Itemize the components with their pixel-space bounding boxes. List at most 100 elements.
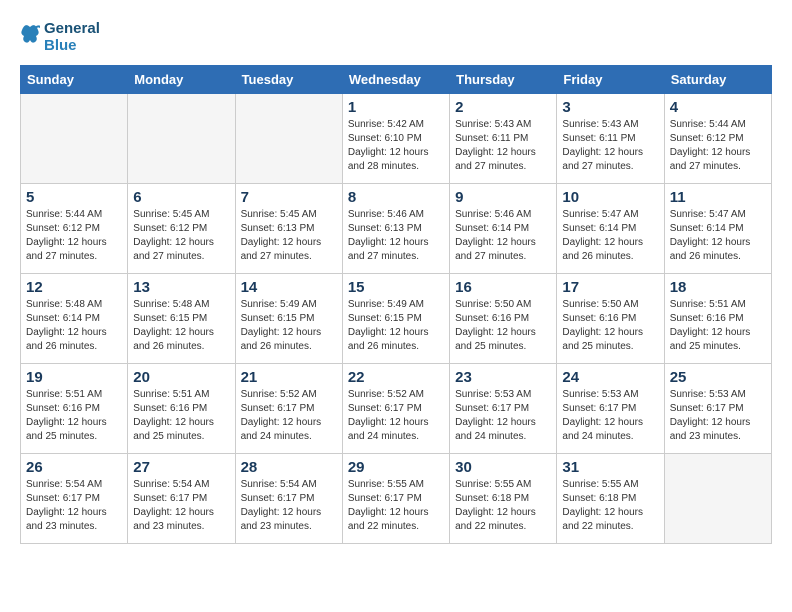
day-info: Sunrise: 5:55 AMSunset: 6:17 PMDaylight:… (348, 478, 444, 534)
day-number: 13 (133, 279, 229, 296)
day-number: 10 (562, 189, 658, 206)
day-info: Sunrise: 5:47 AMSunset: 6:14 PMDaylight:… (670, 208, 766, 264)
day-info: Sunrise: 5:42 AMSunset: 6:10 PMDaylight:… (348, 118, 444, 174)
logo: General Blue (20, 20, 100, 55)
calendar-cell: 14 Sunrise: 5:49 AMSunset: 6:15 PMDayligh… (235, 273, 342, 363)
day-number: 8 (348, 189, 444, 206)
day-info: Sunrise: 5:46 AMSunset: 6:14 PMDaylight:… (455, 208, 551, 264)
day-header: Tuesday (235, 65, 342, 93)
header-row: SundayMondayTuesdayWednesdayThursdayFrid… (21, 65, 772, 93)
day-number: 16 (455, 279, 551, 296)
day-info: Sunrise: 5:49 AMSunset: 6:15 PMDaylight:… (241, 298, 337, 354)
day-info: Sunrise: 5:53 AMSunset: 6:17 PMDaylight:… (670, 388, 766, 444)
day-number: 4 (670, 99, 766, 116)
day-number: 18 (670, 279, 766, 296)
calendar-cell: 15Sunrise: 5:49 AMSunset: 6:15 PMDayligh… (342, 273, 449, 363)
logo-container: General Blue (20, 20, 100, 55)
day-number: 20 (133, 369, 229, 386)
day-number: 1 (348, 99, 444, 116)
calendar-cell: 28Sunrise: 5:54 AMSunset: 6:17 PMDayligh… (235, 453, 342, 543)
day-header: Wednesday (342, 65, 449, 93)
calendar-cell: 20 Sunrise: 5:51 AMSunset: 6:16 PMDayligh… (128, 363, 235, 453)
week-row: 12 Sunrise: 5:48 AMSunset: 6:14 PMDayligh… (21, 273, 772, 363)
calendar-cell: 6Sunrise: 5:45 AMSunset: 6:12 PMDaylight… (128, 183, 235, 273)
day-number: 7 (241, 189, 337, 206)
day-info: Sunrise: 5:44 AMSunset: 6:12 PMDaylight:… (670, 118, 766, 174)
calendar-cell: 4 Sunrise: 5:44 AMSunset: 6:12 PMDaylight… (664, 93, 771, 183)
calendar-cell: 18 Sunrise: 5:51 AMSunset: 6:16 PMDayligh… (664, 273, 771, 363)
day-number: 5 (26, 189, 122, 206)
day-number: 14 (241, 279, 337, 296)
day-info: Sunrise: 5:51 AMSunset: 6:16 PMDaylight:… (670, 298, 766, 354)
logo-text-general: General (44, 20, 100, 37)
day-info: Sunrise: 5:46 AMSunset: 6:13 PMDaylight:… (348, 208, 444, 264)
week-row: 5 Sunrise: 5:44 AMSunset: 6:12 PMDaylight… (21, 183, 772, 273)
day-info: Sunrise: 5:55 AMSunset: 6:18 PMDaylight:… (455, 478, 551, 534)
calendar-cell: 8 Sunrise: 5:46 AMSunset: 6:13 PMDaylight… (342, 183, 449, 273)
day-info: Sunrise: 5:43 AMSunset: 6:11 PMDaylight:… (562, 118, 658, 174)
day-number: 25 (670, 369, 766, 386)
calendar-cell: 16 Sunrise: 5:50 AMSunset: 6:16 PMDayligh… (450, 273, 557, 363)
day-info: Sunrise: 5:54 AMSunset: 6:17 PMDaylight:… (133, 478, 229, 534)
day-info: Sunrise: 5:51 AMSunset: 6:16 PMDaylight:… (26, 388, 122, 444)
day-info: Sunrise: 5:52 AMSunset: 6:17 PMDaylight:… (348, 388, 444, 444)
day-info: Sunrise: 5:55 AMSunset: 6:18 PMDaylight:… (562, 478, 658, 534)
calendar-cell: 21Sunrise: 5:52 AMSunset: 6:17 PMDayligh… (235, 363, 342, 453)
day-info: Sunrise: 5:44 AMSunset: 6:12 PMDaylight:… (26, 208, 122, 264)
calendar-cell: 5 Sunrise: 5:44 AMSunset: 6:12 PMDaylight… (21, 183, 128, 273)
page-header: General Blue (20, 20, 772, 55)
day-info: Sunrise: 5:47 AMSunset: 6:14 PMDaylight:… (562, 208, 658, 264)
calendar-cell: 11Sunrise: 5:47 AMSunset: 6:14 PMDayligh… (664, 183, 771, 273)
day-info: Sunrise: 5:45 AMSunset: 6:13 PMDaylight:… (241, 208, 337, 264)
calendar-cell: 10 Sunrise: 5:47 AMSunset: 6:14 PMDayligh… (557, 183, 664, 273)
calendar-cell: 24 Sunrise: 5:53 AMSunset: 6:17 PMDayligh… (557, 363, 664, 453)
calendar-cell: 9Sunrise: 5:46 AMSunset: 6:14 PMDaylight… (450, 183, 557, 273)
day-header: Monday (128, 65, 235, 93)
logo-bird-icon (20, 22, 40, 52)
day-number: 12 (26, 279, 122, 296)
calendar-cell: 26Sunrise: 5:54 AMSunset: 6:17 PMDayligh… (21, 453, 128, 543)
day-info: Sunrise: 5:53 AMSunset: 6:17 PMDaylight:… (562, 388, 658, 444)
day-info: Sunrise: 5:43 AMSunset: 6:11 PMDaylight:… (455, 118, 551, 174)
calendar-cell: 19Sunrise: 5:51 AMSunset: 6:16 PMDayligh… (21, 363, 128, 453)
calendar-cell: 31 Sunrise: 5:55 AMSunset: 6:18 PMDayligh… (557, 453, 664, 543)
calendar-cell: 27 Sunrise: 5:54 AMSunset: 6:17 PMDayligh… (128, 453, 235, 543)
day-number: 30 (455, 459, 551, 476)
calendar-cell: 29Sunrise: 5:55 AMSunset: 6:17 PMDayligh… (342, 453, 449, 543)
day-number: 3 (562, 99, 658, 116)
day-number: 27 (133, 459, 229, 476)
calendar-cell: 23Sunrise: 5:53 AMSunset: 6:17 PMDayligh… (450, 363, 557, 453)
calendar-table: SundayMondayTuesdayWednesdayThursdayFrid… (20, 65, 772, 544)
day-info: Sunrise: 5:51 AMSunset: 6:16 PMDaylight:… (133, 388, 229, 444)
calendar-cell: 22 Sunrise: 5:52 AMSunset: 6:17 PMDayligh… (342, 363, 449, 453)
day-info: Sunrise: 5:49 AMSunset: 6:15 PMDaylight:… (348, 298, 444, 354)
calendar-cell: 13 Sunrise: 5:48 AMSunset: 6:15 PMDayligh… (128, 273, 235, 363)
calendar-cell: 1 Sunrise: 5:42 AMSunset: 6:10 PMDaylight… (342, 93, 449, 183)
day-number: 26 (26, 459, 122, 476)
week-row: 26 Sunrise: 5:54 AMSunset: 6:17 PMDayligh… (21, 453, 772, 543)
day-info: Sunrise: 5:48 AMSunset: 6:15 PMDaylight:… (133, 298, 229, 354)
week-row: 1 Sunrise: 5:42 AMSunset: 6:10 PMDaylight… (21, 93, 772, 183)
day-number: 2 (455, 99, 551, 116)
day-number: 17 (562, 279, 658, 296)
calendar-cell (128, 93, 235, 183)
day-info: Sunrise: 5:50 AMSunset: 6:16 PMDaylight:… (455, 298, 551, 354)
day-info: Sunrise: 5:45 AMSunset: 6:12 PMDaylight:… (133, 208, 229, 264)
day-header: Sunday (21, 65, 128, 93)
day-info: Sunrise: 5:48 AMSunset: 6:14 PMDaylight:… (26, 298, 122, 354)
day-number: 23 (455, 369, 551, 386)
logo-text-blue: Blue (44, 37, 100, 54)
day-info: Sunrise: 5:50 AMSunset: 6:16 PMDaylight:… (562, 298, 658, 354)
day-number: 22 (348, 369, 444, 386)
calendar-cell: 25 Sunrise: 5:53 AMSunset: 6:17 PMDayligh… (664, 363, 771, 453)
day-header: Saturday (664, 65, 771, 93)
day-number: 24 (562, 369, 658, 386)
day-number: 31 (562, 459, 658, 476)
day-info: Sunrise: 5:54 AMSunset: 6:17 PMDaylight:… (241, 478, 337, 534)
calendar-cell (664, 453, 771, 543)
day-header: Thursday (450, 65, 557, 93)
calendar-cell: 17 Sunrise: 5:50 AMSunset: 6:16 PMDayligh… (557, 273, 664, 363)
day-number: 21 (241, 369, 337, 386)
calendar-cell: 2 Sunrise: 5:43 AMSunset: 6:11 PMDaylight… (450, 93, 557, 183)
calendar-cell (235, 93, 342, 183)
